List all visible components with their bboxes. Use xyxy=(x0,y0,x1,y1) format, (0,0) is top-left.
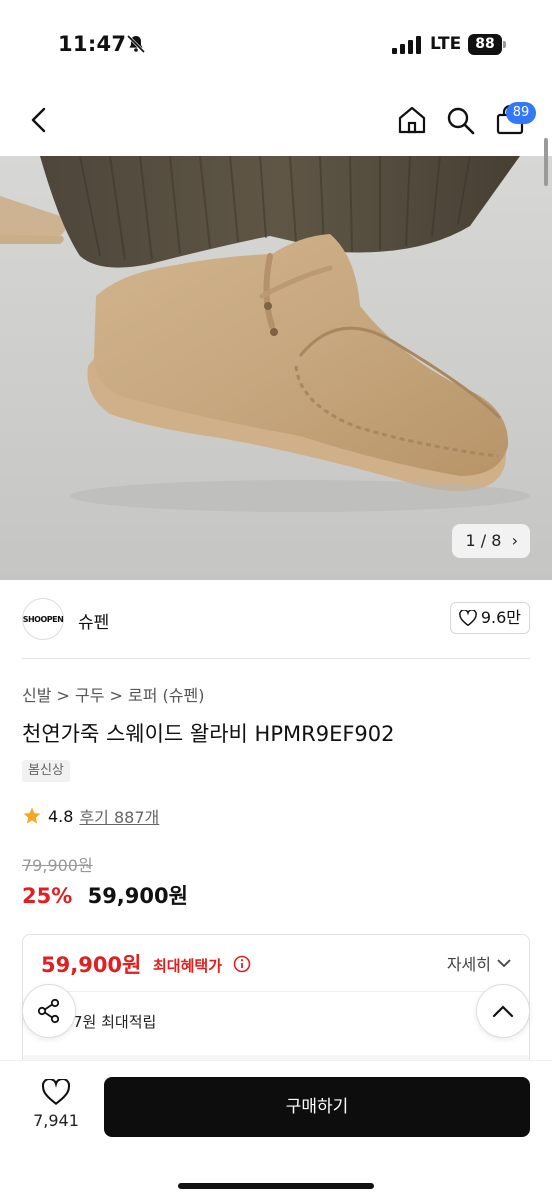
wish-button[interactable]: 7,941 xyxy=(28,1077,84,1130)
share-icon xyxy=(37,998,60,1024)
detail-toggle[interactable]: 자세히 xyxy=(447,951,511,975)
chevron-up-icon xyxy=(492,1005,514,1018)
benefit-divider xyxy=(41,991,511,992)
breadcrumb[interactable]: 신발 > 구두 > 로퍼 (슈펜) xyxy=(22,682,205,706)
home-indicator xyxy=(178,1183,374,1189)
chevron-right-icon: › xyxy=(506,531,518,550)
battery-tip xyxy=(503,41,506,48)
max-benefit-label: 최대혜택가 xyxy=(153,957,223,975)
product-image[interactable]: 1 / 8 › xyxy=(0,156,552,580)
nav-bar: 89 xyxy=(0,88,552,156)
info-icon[interactable] xyxy=(233,955,251,973)
star-icon xyxy=(23,807,41,824)
chevron-down-icon xyxy=(497,959,511,968)
status-time: 11:47 xyxy=(58,32,127,56)
brand-logo-text: SHOOPEN xyxy=(22,614,64,624)
heart-icon xyxy=(41,1077,71,1105)
divider xyxy=(22,658,530,659)
brand-logo[interactable]: SHOOPEN xyxy=(22,598,64,640)
max-points-text: 7원 최대적립 xyxy=(73,1013,157,1031)
bell-off-icon xyxy=(126,34,146,54)
brand-name[interactable]: 슈펜 xyxy=(78,608,109,633)
brand-like-count: 9.6만 xyxy=(480,608,521,627)
heart-icon xyxy=(458,610,477,626)
price-row: 25% 59,900원 xyxy=(22,880,188,910)
max-benefit-box: 59,900원 최대혜택가 자세히 7원 최대적립 xyxy=(22,934,530,1074)
search-icon[interactable] xyxy=(444,104,476,136)
shoe-photo-illustration xyxy=(0,156,552,580)
share-button[interactable] xyxy=(22,984,76,1038)
battery-icon: 88 xyxy=(468,34,502,55)
home-icon[interactable] xyxy=(396,104,428,136)
product-title: 천연가죽 스웨이드 왈라비 HPMR9EF902 xyxy=(22,722,395,746)
cart-count-badge: 89 xyxy=(506,102,536,124)
buy-button[interactable]: 구매하기 xyxy=(104,1077,530,1137)
image-counter[interactable]: 1 / 8 › xyxy=(451,524,530,558)
scroll-top-button[interactable] xyxy=(476,984,530,1038)
rating-row: 4.8 후기 887개 xyxy=(22,804,159,828)
rating-value: 4.8 xyxy=(48,806,74,826)
wish-count: 7,941 xyxy=(33,1111,79,1130)
scroll-indicator[interactable] xyxy=(544,138,548,186)
brand-row: SHOOPEN 슈펜 9.6만 xyxy=(22,598,530,642)
detail-toggle-label: 자세히 xyxy=(446,955,491,974)
signal-icon xyxy=(392,36,421,54)
bottom-action-bar: 7,941 구매하기 xyxy=(0,1060,552,1200)
brand-like-button[interactable]: 9.6만 xyxy=(449,602,530,634)
max-benefit-price: 59,900원 xyxy=(41,953,142,977)
back-arrow-icon[interactable] xyxy=(24,104,56,136)
review-link[interactable]: 후기 887개 xyxy=(79,804,159,828)
network-type: LTE xyxy=(430,34,462,54)
original-price: 79,900원 xyxy=(22,856,93,875)
sale-price: 59,900원 xyxy=(87,884,188,908)
discount-rate: 25% xyxy=(22,884,73,908)
new-arrival-tag: 봄신상 xyxy=(22,760,70,782)
image-counter-text: 1 / 8 xyxy=(465,531,502,550)
status-bar: 11:47 LTE 88 xyxy=(0,0,552,88)
